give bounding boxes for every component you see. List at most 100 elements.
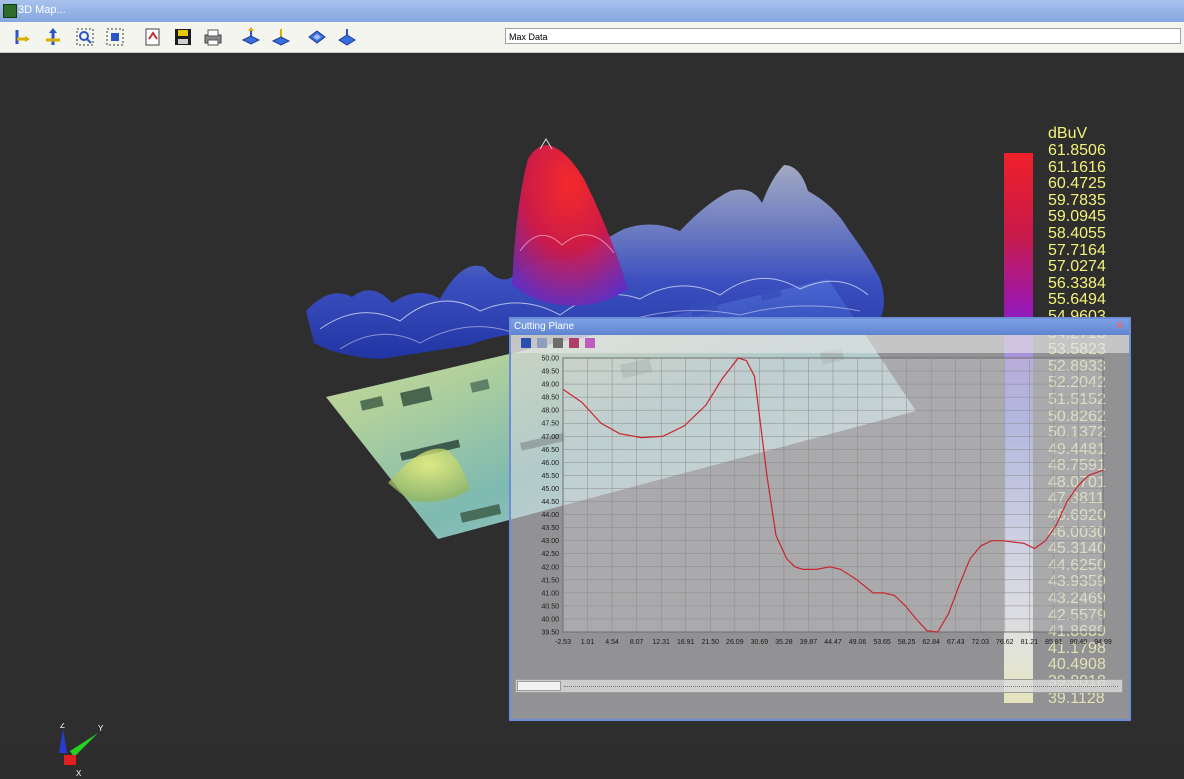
z-axis-label: Z <box>60 723 65 730</box>
color-scale-unit: dBuV <box>1048 125 1088 142</box>
view-icon <box>271 29 291 46</box>
cutting-plane-chart: 50.00 49.50 49.00 48.50 48.00 47.50 47.00 46.50… <box>541 356 1112 647</box>
cutting-plane-scrollbar[interactable] <box>515 679 1123 693</box>
y-tick-label: 40.00 <box>541 616 559 623</box>
grid-icon[interactable] <box>569 338 579 348</box>
x-tick-label: 39.87 <box>800 639 818 646</box>
x-tick-label: 90.40 <box>1070 639 1088 646</box>
y-tick-label: 46.50 <box>541 447 559 454</box>
x-tick-label: 81.21 <box>1021 639 1039 646</box>
floppy-icon[interactable] <box>521 338 531 348</box>
y-tick-label: 41.50 <box>541 577 559 584</box>
y-tick-label: 50.00 <box>541 356 559 363</box>
y-tick-label: 40.50 <box>541 603 559 610</box>
x-tick-label: 12.31 <box>652 639 670 646</box>
axis-arrow-icon <box>46 28 60 45</box>
cutting-plane-toolbar <box>511 335 1129 353</box>
app-icon <box>3 4 17 18</box>
x-tick-label: 16.91 <box>677 639 695 646</box>
printer-icon <box>204 29 222 46</box>
x-tick-label: 1.01 <box>581 639 595 646</box>
print-button[interactable] <box>202 26 224 48</box>
fit-view-icon <box>106 28 124 46</box>
x-tick-label: 8.07 <box>630 639 644 646</box>
x-tick-label: 30.69 <box>751 639 769 646</box>
x-tick-label: 85.81 <box>1045 639 1063 646</box>
color-scale-label: 59.7835 <box>1048 191 1106 209</box>
x-tick-label: 94.99 <box>1094 639 1112 646</box>
color-scale-label: 58.4055 <box>1048 224 1106 242</box>
y-tick-label: 47.00 <box>541 434 559 441</box>
y-tick-label: 44.00 <box>541 512 559 519</box>
axis-arrow-icon <box>15 30 30 44</box>
zoom-icon <box>76 28 94 46</box>
x-tick-label: 35.28 <box>775 639 793 646</box>
x-tick-label: 21.50 <box>702 639 720 646</box>
y-axis-label: Y <box>98 724 104 733</box>
view-icon <box>241 27 261 45</box>
view-top-button[interactable] <box>240 26 262 48</box>
y-tick-label: 43.00 <box>541 538 559 545</box>
y-tick-label: 42.00 <box>541 564 559 571</box>
3d-viewport[interactable]: dBuV 61.8506 61.1616 60.4725 59.7835 59.… <box>0 53 1184 778</box>
color-scale-label: 59.0945 <box>1048 208 1106 226</box>
x-axis-arrow <box>64 755 76 765</box>
y-tick-label: 48.50 <box>541 395 559 402</box>
data-select[interactable]: Max Data <box>505 28 1181 44</box>
x-tick-label: 44.47 <box>824 639 842 646</box>
x-tick-label: 67.43 <box>947 639 965 646</box>
view-side-button[interactable] <box>270 26 292 48</box>
x-axis-label: X <box>76 769 82 778</box>
color-scale-label: 57.0274 <box>1048 258 1106 276</box>
floppy-icon <box>175 29 191 45</box>
export-icon <box>145 28 160 46</box>
scrollbar-thumb[interactable] <box>517 681 561 691</box>
plane-cut-button[interactable] <box>336 26 358 48</box>
y-tick-label: 41.00 <box>541 590 559 597</box>
color-scale-label: 56.3384 <box>1048 274 1106 292</box>
print-icon[interactable] <box>553 338 563 348</box>
y-tick-label: 45.00 <box>541 486 559 493</box>
x-tick-label: 62.84 <box>922 639 940 646</box>
toolbar: Max Data <box>0 22 1184 53</box>
plane-icon <box>338 29 356 46</box>
z-axis-arrow <box>59 729 67 753</box>
cutting-plane-title: Cutting Plane <box>514 321 575 332</box>
y-tick-label: 42.50 <box>541 551 559 558</box>
y-tick-label: 39.50 <box>541 630 559 637</box>
scrollbar-track <box>564 686 1118 688</box>
x-tick-label: 58.25 <box>898 639 916 646</box>
cutting-plane-title-bar[interactable]: Cutting Plane ✕ <box>511 319 1129 335</box>
export-button[interactable] <box>142 26 164 48</box>
x-tick-label: 49.06 <box>849 639 867 646</box>
color-scale-label: 55.6494 <box>1048 291 1106 309</box>
save-button[interactable] <box>172 26 194 48</box>
color-scale-label: 61.8506 <box>1048 142 1106 159</box>
x-tick-label: 4.54 <box>605 639 619 646</box>
color-scale-label: 57.7164 <box>1048 241 1106 259</box>
x-tick-label: 53.65 <box>873 639 891 646</box>
x-tick-label: 26.09 <box>726 639 744 646</box>
copy-icon[interactable] <box>537 338 547 348</box>
color-scale-label: 61.1616 <box>1048 158 1106 176</box>
y-tick-label: 49.00 <box>541 382 559 389</box>
x-axis-arrow-button[interactable] <box>10 26 32 48</box>
y-tick-label: 45.50 <box>541 473 559 480</box>
y-tick-label: 44.50 <box>541 499 559 506</box>
x-tick-label: -2.53 <box>555 639 571 646</box>
close-icon[interactable]: ✕ <box>1113 320 1126 333</box>
x-tick-label: 76.62 <box>996 639 1014 646</box>
plane-icon <box>308 30 326 44</box>
fit-view-button[interactable] <box>104 26 126 48</box>
title-bar: 3D Map... <box>0 0 1184 22</box>
cutting-plane-window[interactable]: Cutting Plane ✕ 50.00 49.50 49.00 48.50 48.0… <box>509 317 1131 721</box>
color-icon[interactable] <box>585 338 595 348</box>
x-tick-label: 72.03 <box>972 639 990 646</box>
zoom-button[interactable] <box>74 26 96 48</box>
y-tick-label: 48.00 <box>541 408 559 415</box>
y-axis-arrow <box>70 733 98 757</box>
window-title: 3D Map... <box>18 4 66 16</box>
plane-button[interactable] <box>306 26 328 48</box>
y-axis-arrow-button[interactable] <box>42 26 64 48</box>
y-tick-label: 43.50 <box>541 525 559 532</box>
